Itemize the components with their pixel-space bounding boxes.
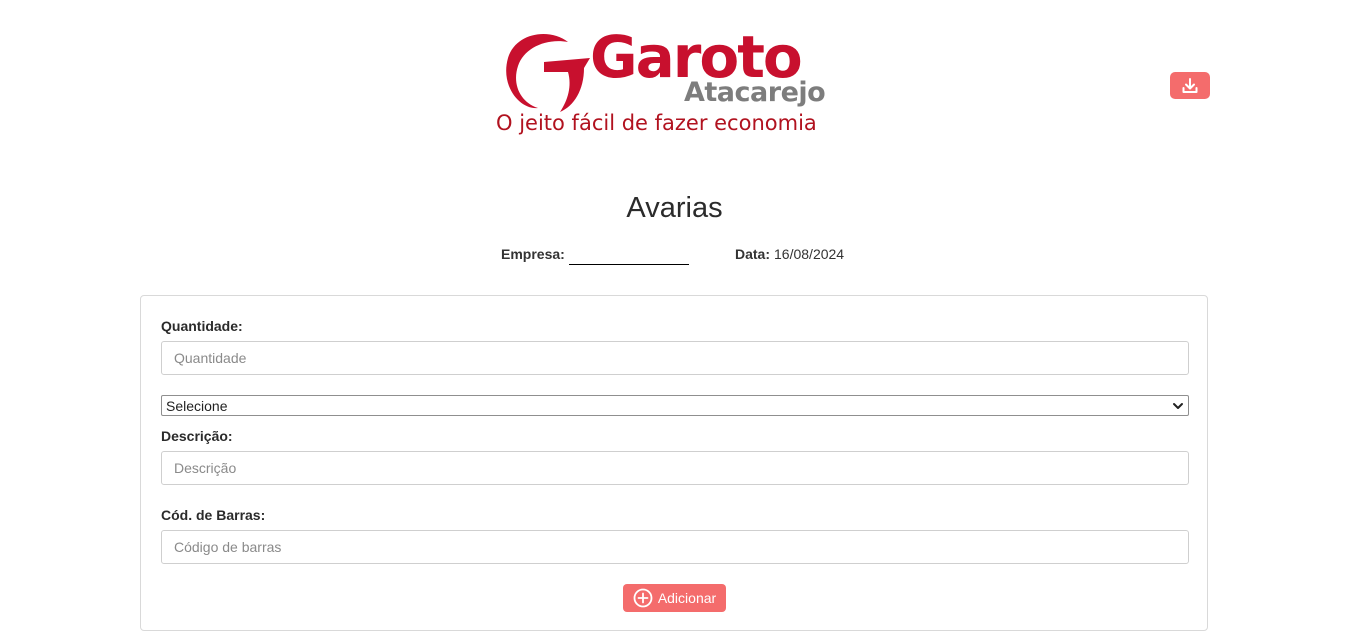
description-input[interactable]	[161, 451, 1189, 485]
download-icon	[1182, 77, 1198, 93]
download-button[interactable]	[1170, 72, 1210, 99]
page-title: Avarias	[626, 192, 723, 224]
company-value	[568, 250, 689, 265]
add-button[interactable]: Adicionar	[623, 584, 726, 612]
date-label: Data:	[735, 246, 771, 262]
company-field: Empresa:	[501, 244, 689, 265]
plus-circle-icon	[633, 588, 653, 608]
chevron-down-icon	[1173, 403, 1183, 409]
add-button-label: Adicionar	[657, 590, 717, 606]
quantity-input[interactable]	[161, 341, 1189, 375]
brand-slogan: O jeito fácil de fazer economia	[496, 111, 817, 135]
quantity-label: Quantidade:	[161, 318, 243, 334]
product-select[interactable]: Selecione	[161, 395, 1189, 416]
description-label: Descrição:	[161, 428, 233, 444]
date-value: 16/08/2024	[774, 246, 845, 262]
company-label: Empresa:	[501, 246, 565, 262]
barcode-input[interactable]	[161, 530, 1189, 564]
garoto-logo: Garoto Atacarejo O jeito fácil de fazer …	[492, 24, 826, 142]
barcode-label: Cód. de Barras:	[161, 507, 266, 523]
garoto-g-mark-icon	[506, 34, 590, 112]
page: Garoto Atacarejo O jeito fácil de fazer …	[0, 0, 1346, 641]
brand-subtitle: Atacarejo	[684, 77, 826, 108]
select-value: Selecione	[166, 398, 228, 414]
date-field: Data: 16/08/2024	[735, 244, 844, 264]
avaria-form-card: Quantidade: Selecione Descrição: Cód. de…	[140, 295, 1208, 631]
